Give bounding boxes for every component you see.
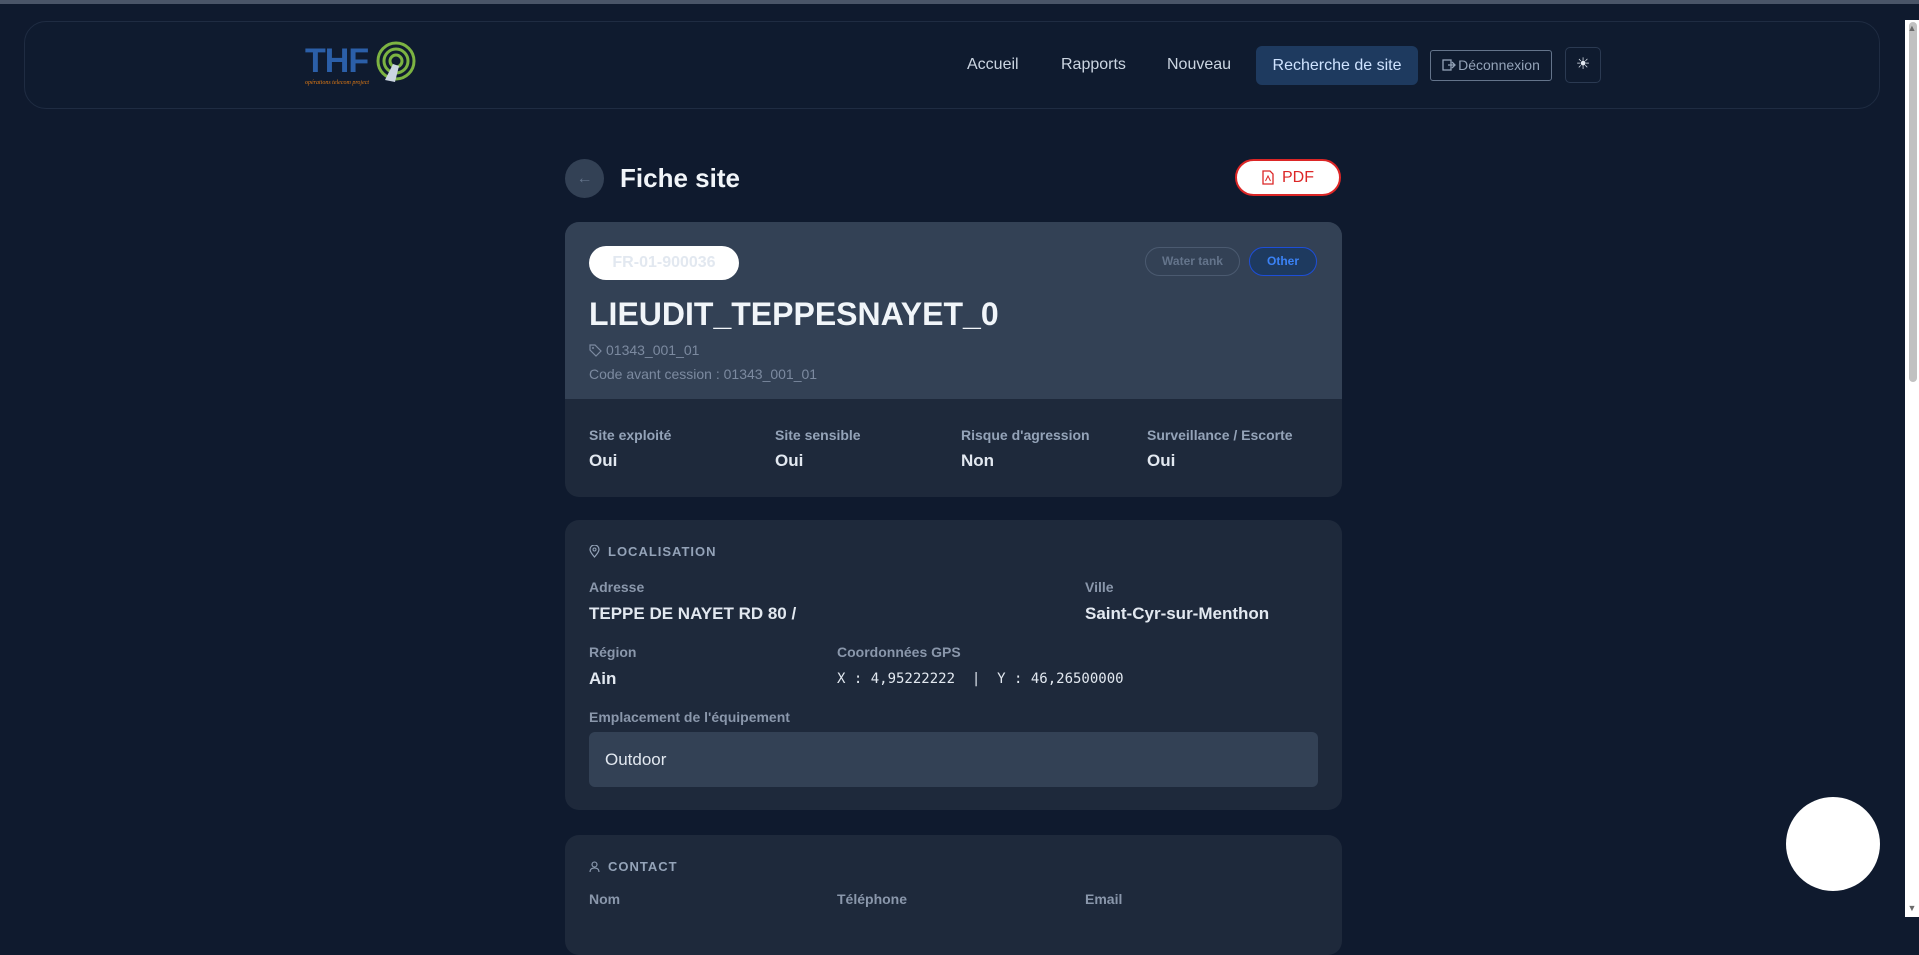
thf-logo[interactable]: THF opérations telecom project: [305, 40, 417, 92]
site-name: LIEUDIT_TEPPESNAYET_0: [589, 296, 999, 332]
equipement-label: Emplacement de l'équipement: [589, 709, 790, 725]
nav-nouveau[interactable]: Nouveau: [1167, 46, 1231, 84]
contact-card: CONTACT Nom Téléphone Email: [565, 835, 1342, 955]
localisation-heading-text: LOCALISATION: [608, 544, 717, 559]
tag-icon: [589, 344, 602, 357]
logout-button[interactable]: Déconnexion: [1430, 50, 1552, 81]
user-icon: [589, 861, 600, 873]
stat-label-site-sensible: Site sensible: [775, 427, 861, 443]
scroll-down-icon[interactable]: ▼: [1907, 903, 1917, 913]
site-summary-header: FR-01-900036 Water tank Other LIEUDIT_TE…: [565, 222, 1342, 399]
adresse-label: Adresse: [589, 579, 645, 595]
logout-label: Déconnexion: [1458, 57, 1540, 73]
scrollbar-thumb[interactable]: [1909, 22, 1917, 382]
stat-label-risque-agression: Risque d'agression: [961, 427, 1090, 443]
contact-nom-label: Nom: [589, 891, 621, 907]
gps-value: X : 4,95222222 | Y : 46,26500000: [837, 671, 1124, 687]
sun-icon: ☀: [1575, 56, 1591, 73]
gps-label: Coordonnées GPS: [837, 644, 961, 660]
ville-value: Saint-Cyr-sur-Menthon: [1085, 604, 1270, 623]
stat-value-site-sensible: Oui: [775, 451, 804, 470]
site-summary-card: FR-01-900036 Water tank Other LIEUDIT_TE…: [565, 222, 1342, 497]
arrow-left-icon: ←: [576, 170, 593, 187]
stat-label-surveillance: Surveillance / Escorte: [1147, 427, 1293, 443]
map-pin-icon: [589, 544, 600, 558]
top-navbar: [24, 21, 1880, 109]
region-label: Région: [589, 644, 637, 660]
stat-value-surveillance: Oui: [1147, 451, 1176, 470]
logo-text: THF: [305, 42, 369, 80]
stat-value-risque-agression: Non: [961, 451, 995, 470]
contact-email-label: Email: [1085, 891, 1123, 907]
adresse-value: TEPPE DE NAYET RD 80 /: [589, 604, 797, 623]
contact-telephone-label: Téléphone: [837, 891, 908, 907]
theme-toggle-button[interactable]: ☀: [1565, 47, 1601, 83]
pdf-label: PDF: [1282, 169, 1314, 186]
antenna-logo-icon: [376, 41, 416, 82]
site-tag-value: 01343_001_01: [606, 342, 700, 358]
localisation-heading: LOCALISATION: [589, 544, 717, 560]
nav-rapports[interactable]: Rapports: [1061, 46, 1126, 84]
logout-icon: [1442, 59, 1457, 71]
window-top-border: [0, 0, 1919, 4]
nav-recherche-de-site[interactable]: Recherche de site: [1256, 46, 1418, 85]
scroll-up-icon[interactable]: ▲: [1907, 23, 1917, 33]
site-code-badge: FR-01-900036: [589, 246, 739, 280]
logo-tagline: opérations telecom project: [305, 80, 370, 86]
pdf-file-icon: [1262, 170, 1274, 185]
type-badge-other: Other: [1249, 247, 1317, 276]
stat-value-site-exploite: Oui: [589, 451, 618, 470]
pdf-button[interactable]: PDF: [1235, 159, 1341, 196]
page-title: Fiche site: [620, 163, 740, 193]
contact-heading-text: CONTACT: [608, 859, 678, 874]
floating-action-button[interactable]: [1786, 797, 1880, 891]
code-avant-cession: Code avant cession : 01343_001_01: [589, 366, 818, 382]
localisation-card: LOCALISATION Adresse TEPPE DE NAYET RD 8…: [565, 520, 1342, 810]
site-tag: 01343_001_01: [589, 340, 699, 360]
type-badge-water-tank: Water tank: [1145, 247, 1240, 276]
region-value: Ain: [589, 669, 617, 688]
nav-accueil[interactable]: Accueil: [967, 46, 1019, 84]
stat-label-site-exploite: Site exploité: [589, 427, 672, 443]
contact-heading: CONTACT: [589, 859, 678, 875]
equipement-value: Outdoor: [589, 732, 1318, 787]
ville-label: Ville: [1085, 579, 1114, 595]
back-button[interactable]: ←: [565, 159, 604, 198]
